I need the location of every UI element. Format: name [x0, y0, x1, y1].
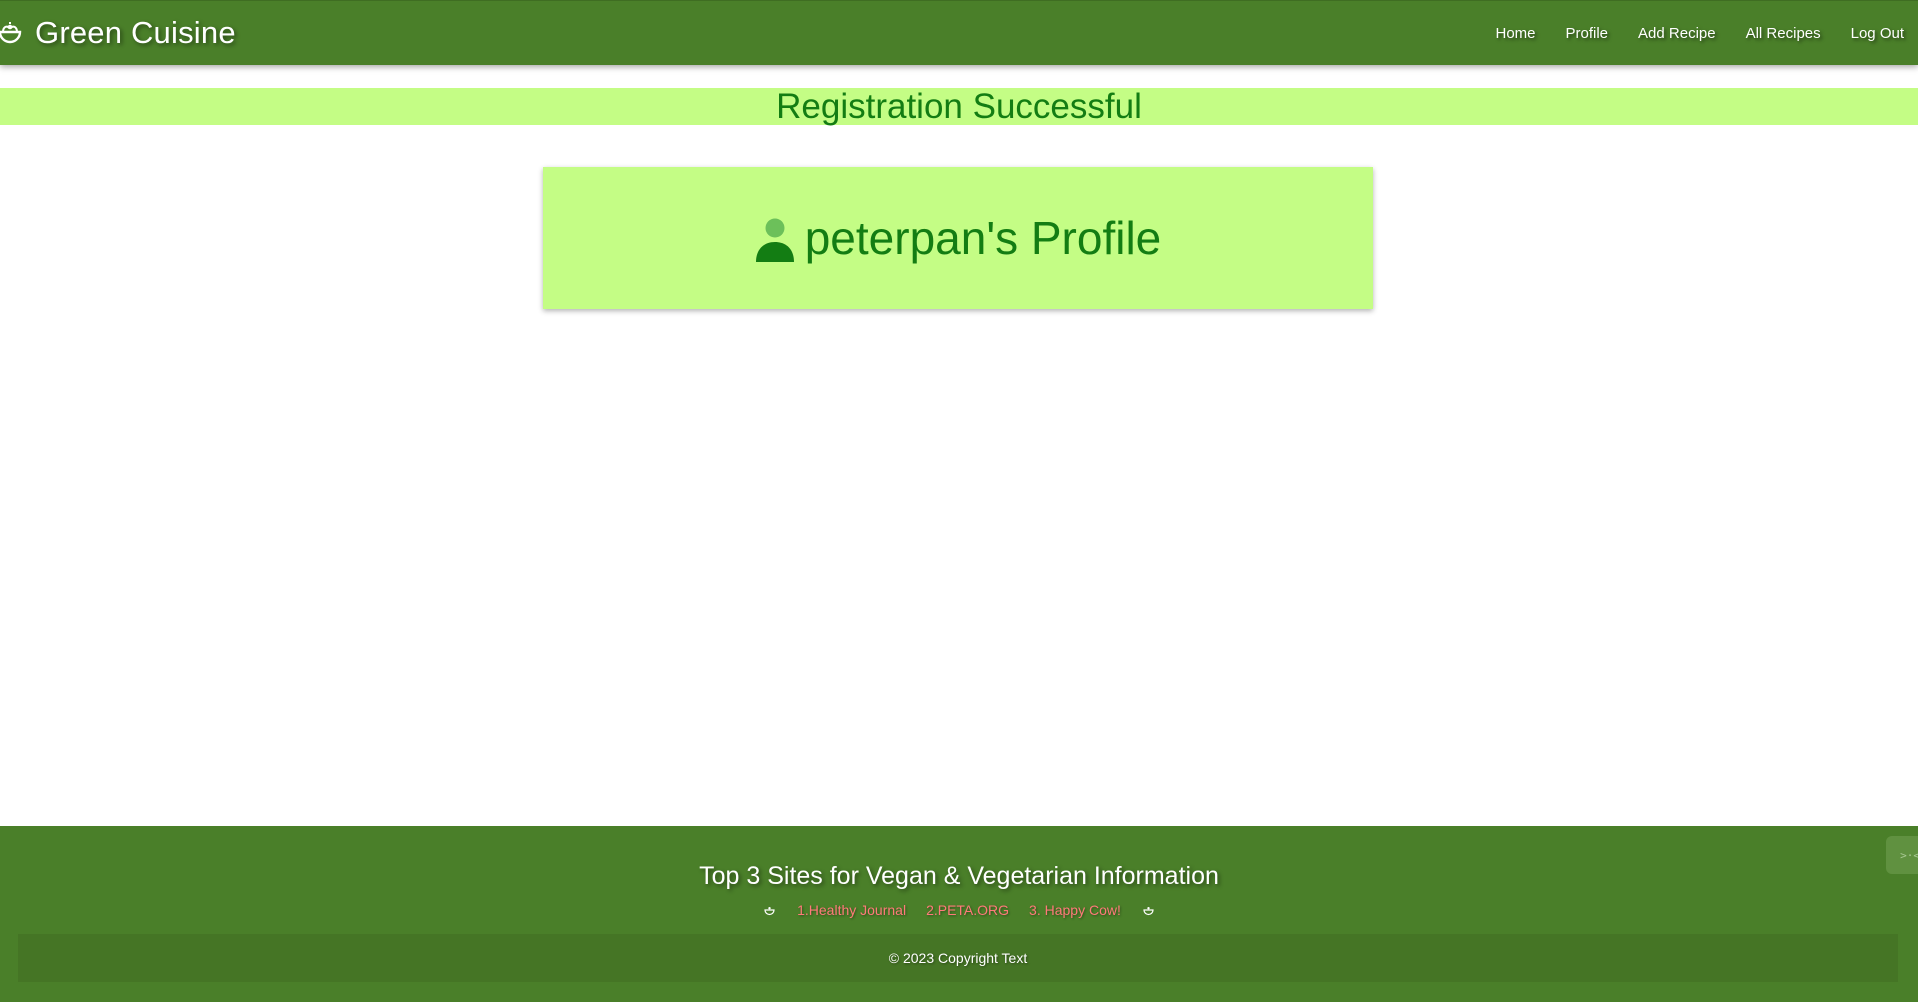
nav-link-all-recipes[interactable]: All Recipes: [1746, 25, 1821, 42]
salad-bowl-icon: [764, 906, 775, 915]
nav-link-home[interactable]: Home: [1495, 25, 1535, 42]
profile-card: peterpan's Profile: [543, 167, 1373, 309]
nav-link-profile[interactable]: Profile: [1566, 25, 1609, 42]
nav-link-log-out[interactable]: Log Out: [1851, 25, 1904, 42]
footer-link-happy-cow[interactable]: 3. Happy Cow!: [1029, 902, 1121, 918]
salad-bowl-icon: [1143, 906, 1154, 915]
salad-bowl-icon: [0, 22, 22, 44]
widget-glyph: >·<: [1900, 848, 1918, 862]
nav-link-add-recipe[interactable]: Add Recipe: [1638, 25, 1716, 42]
footer-links: 1.Healthy Journal 2.PETA.ORG 3. Happy Co…: [0, 902, 1918, 918]
registration-success-banner: Registration Successful: [0, 88, 1918, 125]
profile-heading: peterpan's Profile: [755, 211, 1162, 265]
user-icon: [755, 218, 794, 262]
brand-name: Green Cuisine: [35, 15, 236, 50]
footer-title: Top 3 Sites for Vegan & Vegetarian Infor…: [699, 862, 1219, 890]
copyright-bar: © 2023 Copyright Text: [18, 934, 1898, 982]
banner-message: Registration Successful: [776, 87, 1142, 126]
profile-title: peterpan's Profile: [804, 212, 1162, 264]
nav-links: Home Profile Add Recipe All Recipes Log …: [1465, 1, 1904, 65]
brand-link[interactable]: Green Cuisine: [0, 1, 236, 65]
copyright-text: © 2023 Copyright Text: [888, 950, 1028, 966]
footer-link-peta[interactable]: 2.PETA.ORG: [926, 902, 1009, 918]
footer-link-healthy-journal[interactable]: 1.Healthy Journal: [797, 902, 906, 918]
floating-widget-button[interactable]: >·<: [1886, 836, 1918, 874]
page-footer: Top 3 Sites for Vegan & Vegetarian Infor…: [0, 826, 1918, 1002]
top-navbar: Green Cuisine Home Profile Add Recipe Al…: [0, 0, 1918, 65]
